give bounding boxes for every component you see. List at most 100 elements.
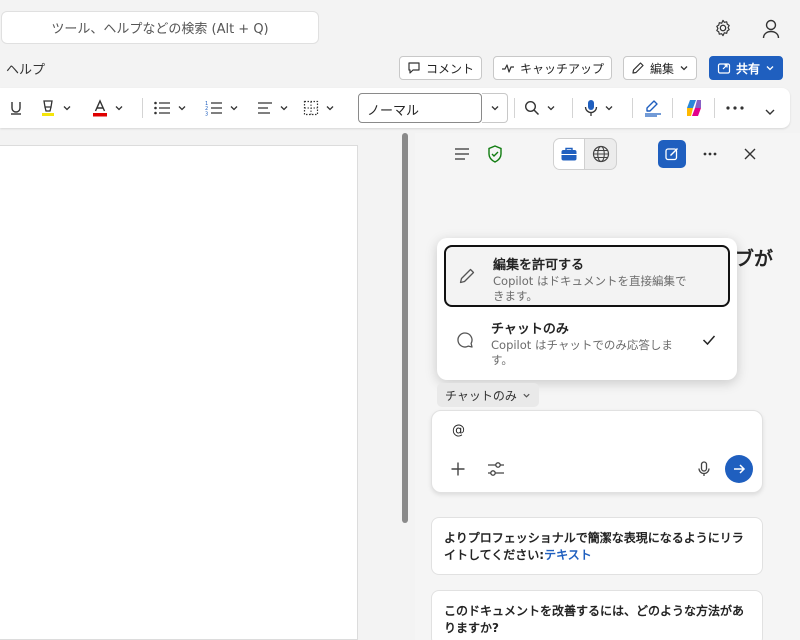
chevron-down-icon[interactable]: [177, 103, 187, 113]
share-label: 共有: [736, 60, 760, 77]
close-icon[interactable]: [736, 140, 764, 168]
chat-composer[interactable]: @: [431, 410, 763, 493]
search-placeholder: ツール、ヘルプなどの検索 (Alt + Q): [51, 18, 268, 37]
pencil-icon: [631, 61, 645, 75]
microphone-icon: [698, 461, 710, 477]
new-chat-button[interactable]: [658, 140, 686, 168]
more-options-button[interactable]: [726, 88, 744, 128]
highlight-button[interactable]: [40, 88, 72, 128]
editor-pen-icon: [643, 99, 663, 117]
arrow-right-icon: [732, 462, 746, 476]
style-dropdown-button[interactable]: [482, 93, 508, 123]
chevron-down-icon[interactable]: [279, 103, 289, 113]
catchup-button[interactable]: キャッチアップ: [493, 56, 612, 80]
toolbar-divider: [572, 98, 573, 118]
scope-toggle: [553, 138, 617, 170]
permission-mode-menu: 編集を許可する Copilot はドキュメントを直接編集できます。 チャットのみ…: [437, 238, 737, 380]
ribbon-expand-button[interactable]: [764, 92, 776, 132]
chevron-down-icon: [679, 63, 689, 73]
align-button[interactable]: [257, 88, 289, 128]
font-color-icon: [92, 99, 108, 117]
highlighter-icon: [40, 99, 56, 117]
chevron-down-icon[interactable]: [62, 103, 72, 113]
menu-item-description: Copilot はチャットでのみ応答します。: [491, 338, 691, 368]
chevron-down-icon[interactable]: [229, 103, 239, 113]
comment-button[interactable]: コメント: [399, 56, 482, 80]
briefcase-icon: [560, 146, 578, 162]
voice-input-button[interactable]: [692, 457, 716, 481]
pencil-icon: [458, 267, 476, 285]
borders-button[interactable]: [303, 88, 335, 128]
add-attachment-button[interactable]: [446, 457, 470, 481]
svg-text:3: 3: [205, 112, 208, 117]
underline-icon: [9, 100, 23, 116]
comment-label: コメント: [426, 60, 474, 77]
pulse-icon: [501, 61, 515, 75]
menu-item-title: チャットのみ: [491, 318, 569, 337]
suggestion-card[interactable]: よりプロフェッショナルで簡潔な表現になるようにリライトしてください:テキスト: [431, 517, 763, 575]
chevron-down-icon[interactable]: [325, 103, 335, 113]
menu-item-allow-edit[interactable]: 編集を許可する Copilot はドキュメントを直接編集できます。: [444, 245, 730, 307]
numbered-list-icon: 123: [205, 100, 223, 116]
chevron-down-icon: [765, 63, 775, 73]
underline-button[interactable]: [9, 88, 23, 128]
prompt-settings-button[interactable]: [484, 457, 508, 481]
microphone-icon: [584, 99, 598, 117]
toolbar-divider: [142, 98, 143, 118]
chevron-down-icon[interactable]: [114, 103, 124, 113]
person-icon[interactable]: [756, 14, 786, 44]
catchup-label: キャッチアップ: [520, 60, 604, 77]
compose-icon: [665, 147, 679, 161]
web-scope-tab[interactable]: [585, 139, 616, 169]
share-icon: [717, 61, 731, 75]
composer-input[interactable]: @: [452, 423, 465, 438]
menu-item-chat-only[interactable]: チャットのみ Copilot はチャットでのみ応答します。: [444, 311, 730, 373]
globe-icon: [592, 145, 610, 163]
hamburger-menu-icon[interactable]: [448, 140, 476, 168]
style-select-input[interactable]: ノーマル: [358, 93, 482, 123]
comment-icon: [407, 61, 421, 75]
chevron-down-icon: [764, 106, 776, 118]
edit-mode-label: 編集: [650, 60, 674, 77]
checkmark-icon: [702, 334, 716, 346]
send-button[interactable]: [725, 455, 753, 483]
document-page[interactable]: [0, 145, 358, 640]
borders-icon: [303, 100, 319, 116]
align-left-icon: [257, 101, 273, 115]
numbering-button[interactable]: 123: [205, 88, 239, 128]
toolbar-divider: [714, 98, 715, 118]
suggestion-card[interactable]: このドキュメントを改善するには、どのような方法がありますか?: [431, 590, 763, 640]
copilot-button[interactable]: [684, 88, 704, 128]
copilot-logo-icon: [684, 98, 704, 118]
tab-help[interactable]: ヘルプ: [6, 59, 45, 78]
suggestion-text: このドキュメントを改善するには、どのような方法がありますか?: [444, 604, 744, 635]
font-color-button[interactable]: [92, 88, 124, 128]
chat-mode-selector[interactable]: チャットのみ: [437, 383, 539, 407]
work-scope-tab[interactable]: [554, 139, 585, 169]
plus-icon: [450, 461, 466, 477]
suggestion-link[interactable]: テキスト: [544, 548, 592, 562]
chat-bubble-icon: [456, 331, 474, 349]
suggestion-text: よりプロフェッショナルで簡潔な表現になるようにリライトしてください:: [444, 531, 744, 562]
edit-mode-button[interactable]: 編集: [623, 56, 697, 80]
document-scrollbar[interactable]: [402, 133, 408, 523]
panel-more-icon[interactable]: [696, 140, 724, 168]
chevron-down-icon[interactable]: [546, 103, 556, 113]
shield-check-icon[interactable]: [481, 140, 509, 168]
chat-mode-label: チャットのみ: [445, 387, 517, 404]
bullets-button[interactable]: [153, 88, 187, 128]
dictate-button[interactable]: [584, 88, 614, 128]
search-box[interactable]: ツール、ヘルプなどの検索 (Alt + Q): [1, 11, 319, 44]
ellipsis-icon: [726, 106, 744, 110]
share-button[interactable]: 共有: [709, 56, 783, 80]
search-icon: [524, 100, 540, 116]
editor-button[interactable]: [643, 88, 663, 128]
chevron-down-icon: [490, 103, 500, 113]
gear-icon[interactable]: [708, 13, 738, 43]
toolbar-divider: [632, 98, 633, 118]
chevron-down-icon[interactable]: [604, 103, 614, 113]
formatting-toolbar: 123 ノーマル: [0, 88, 790, 128]
toolbar-divider: [514, 98, 515, 118]
toolbar-divider: [672, 98, 673, 118]
find-button[interactable]: [524, 88, 556, 128]
